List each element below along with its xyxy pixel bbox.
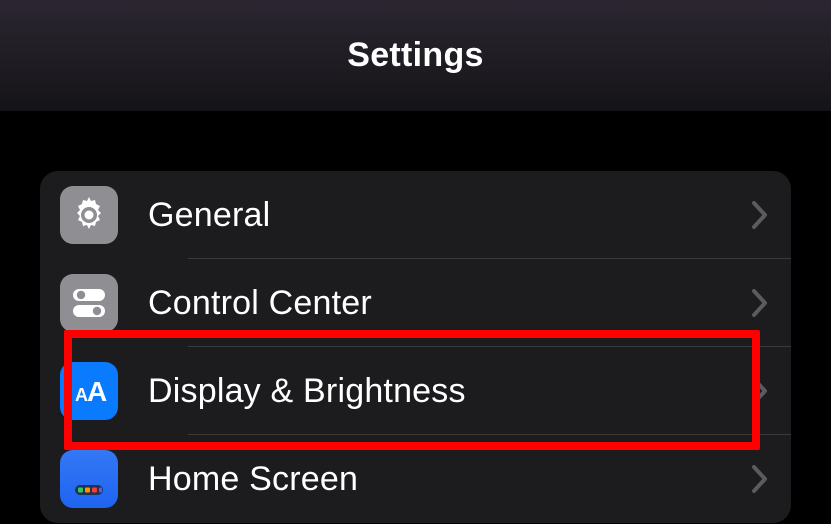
settings-row-control-center[interactable]: Control Center bbox=[40, 259, 791, 347]
settings-list: General Control Center bbox=[40, 171, 791, 523]
home-screen-icon bbox=[60, 450, 118, 508]
settings-header: Settings bbox=[0, 0, 831, 111]
settings-content: General Control Center bbox=[0, 111, 831, 523]
settings-row-label: Home Screen bbox=[148, 460, 751, 499]
chevron-right-icon bbox=[751, 376, 769, 406]
settings-row-label: Display & Brightness bbox=[148, 372, 751, 411]
svg-text:A: A bbox=[87, 376, 107, 407]
settings-row-home-screen[interactable]: Home Screen bbox=[40, 435, 791, 523]
settings-row-general[interactable]: General bbox=[40, 171, 791, 259]
page-title: Settings bbox=[347, 36, 484, 75]
chevron-right-icon bbox=[751, 200, 769, 230]
toggles-icon bbox=[60, 274, 118, 332]
settings-row-label: General bbox=[148, 196, 751, 235]
chevron-right-icon bbox=[751, 288, 769, 318]
text-size-icon: A A bbox=[60, 362, 118, 420]
gear-icon bbox=[60, 186, 118, 244]
chevron-right-icon bbox=[751, 464, 769, 494]
settings-row-label: Control Center bbox=[148, 284, 751, 323]
settings-row-display-brightness[interactable]: A A Display & Brightness bbox=[40, 347, 791, 435]
